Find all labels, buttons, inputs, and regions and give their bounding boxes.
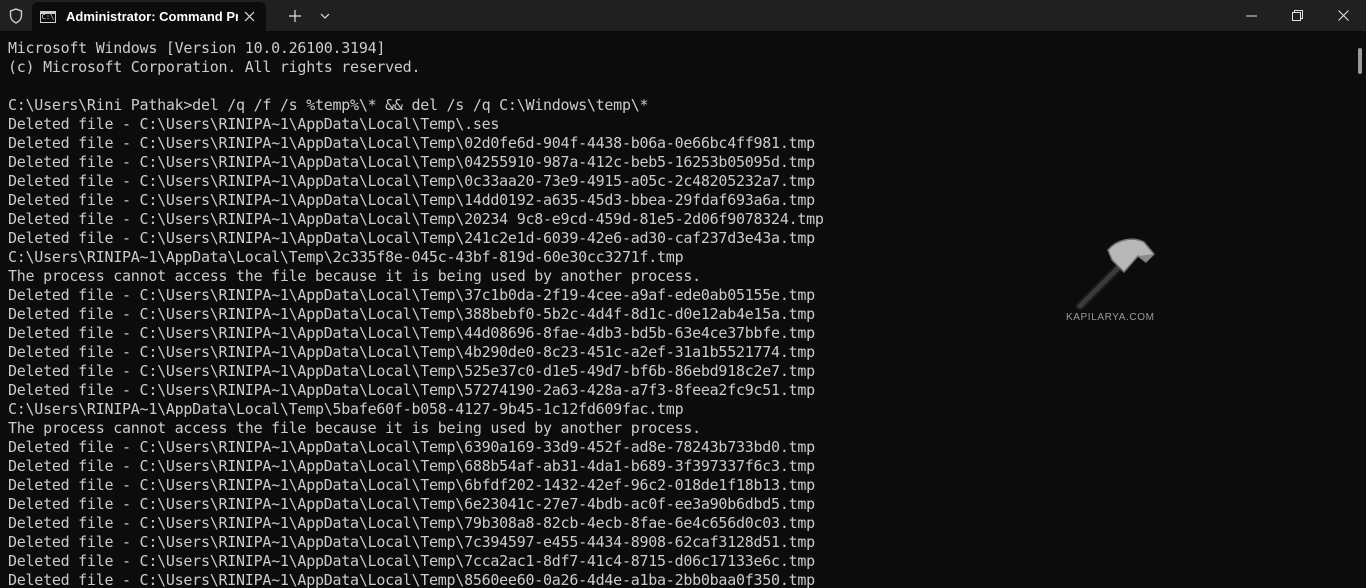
close-tab-icon[interactable] [238, 6, 260, 28]
restore-button[interactable] [1274, 0, 1320, 31]
terminal-line: Deleted file - C:\Users\RINIPA~1\AppData… [8, 115, 500, 133]
watermark-text: KAPILARYA.COM [1066, 312, 1155, 323]
terminal-line: (c) Microsoft Corporation. All rights re… [8, 58, 421, 76]
terminal-line: Deleted file - C:\Users\RINIPA~1\AppData… [8, 438, 815, 456]
terminal-line: Deleted file - C:\Users\RINIPA~1\AppData… [8, 571, 815, 588]
terminal-icon: C:\ [40, 10, 56, 23]
close-window-button[interactable] [1320, 0, 1366, 31]
terminal-line: C:\Users\RINIPA~1\AppData\Local\Temp\5ba… [8, 400, 684, 418]
terminal-line: Deleted file - C:\Users\RINIPA~1\AppData… [8, 533, 815, 551]
terminal-line: Deleted file - C:\Users\RINIPA~1\AppData… [8, 362, 815, 380]
terminal-line: Deleted file - C:\Users\RINIPA~1\AppData… [8, 381, 815, 399]
terminal-line: Deleted file - C:\Users\RINIPA~1\AppData… [8, 343, 815, 361]
tab-title: Administrator: Command Pro [66, 9, 238, 24]
terminal-line: Deleted file - C:\Users\RINIPA~1\AppData… [8, 191, 815, 209]
title-bar: C:\ Administrator: Command Pro [0, 0, 1366, 31]
shield-icon [0, 0, 32, 31]
terminal-line: Deleted file - C:\Users\RINIPA~1\AppData… [8, 514, 815, 532]
terminal-line: Deleted file - C:\Users\RINIPA~1\AppData… [8, 134, 815, 152]
terminal-line: The process cannot access the file becau… [8, 419, 701, 437]
scrollbar-thumb[interactable] [1358, 48, 1362, 74]
minimize-button[interactable] [1228, 0, 1274, 31]
terminal-line: Microsoft Windows [Version 10.0.26100.31… [8, 39, 386, 57]
tab-command-prompt[interactable]: C:\ Administrator: Command Pro [32, 2, 266, 31]
title-bar-drag-area[interactable] [340, 0, 1228, 31]
terminal-line: Deleted file - C:\Users\RINIPA~1\AppData… [8, 172, 815, 190]
chevron-down-icon[interactable] [310, 0, 340, 31]
terminal-line: Deleted file - C:\Users\RINIPA~1\AppData… [8, 210, 824, 228]
terminal-line: Deleted file - C:\Users\RINIPA~1\AppData… [8, 153, 815, 171]
terminal-line: Deleted file - C:\Users\RINIPA~1\AppData… [8, 495, 815, 513]
new-tab-button[interactable] [280, 0, 310, 31]
terminal-line: C:\Users\Rini Pathak>del /q /f /s %temp%… [8, 96, 649, 114]
terminal-line: Deleted file - C:\Users\RINIPA~1\AppData… [8, 552, 815, 570]
terminal-line: Deleted file - C:\Users\RINIPA~1\AppData… [8, 476, 815, 494]
terminal-line: Deleted file - C:\Users\RINIPA~1\AppData… [8, 457, 815, 475]
